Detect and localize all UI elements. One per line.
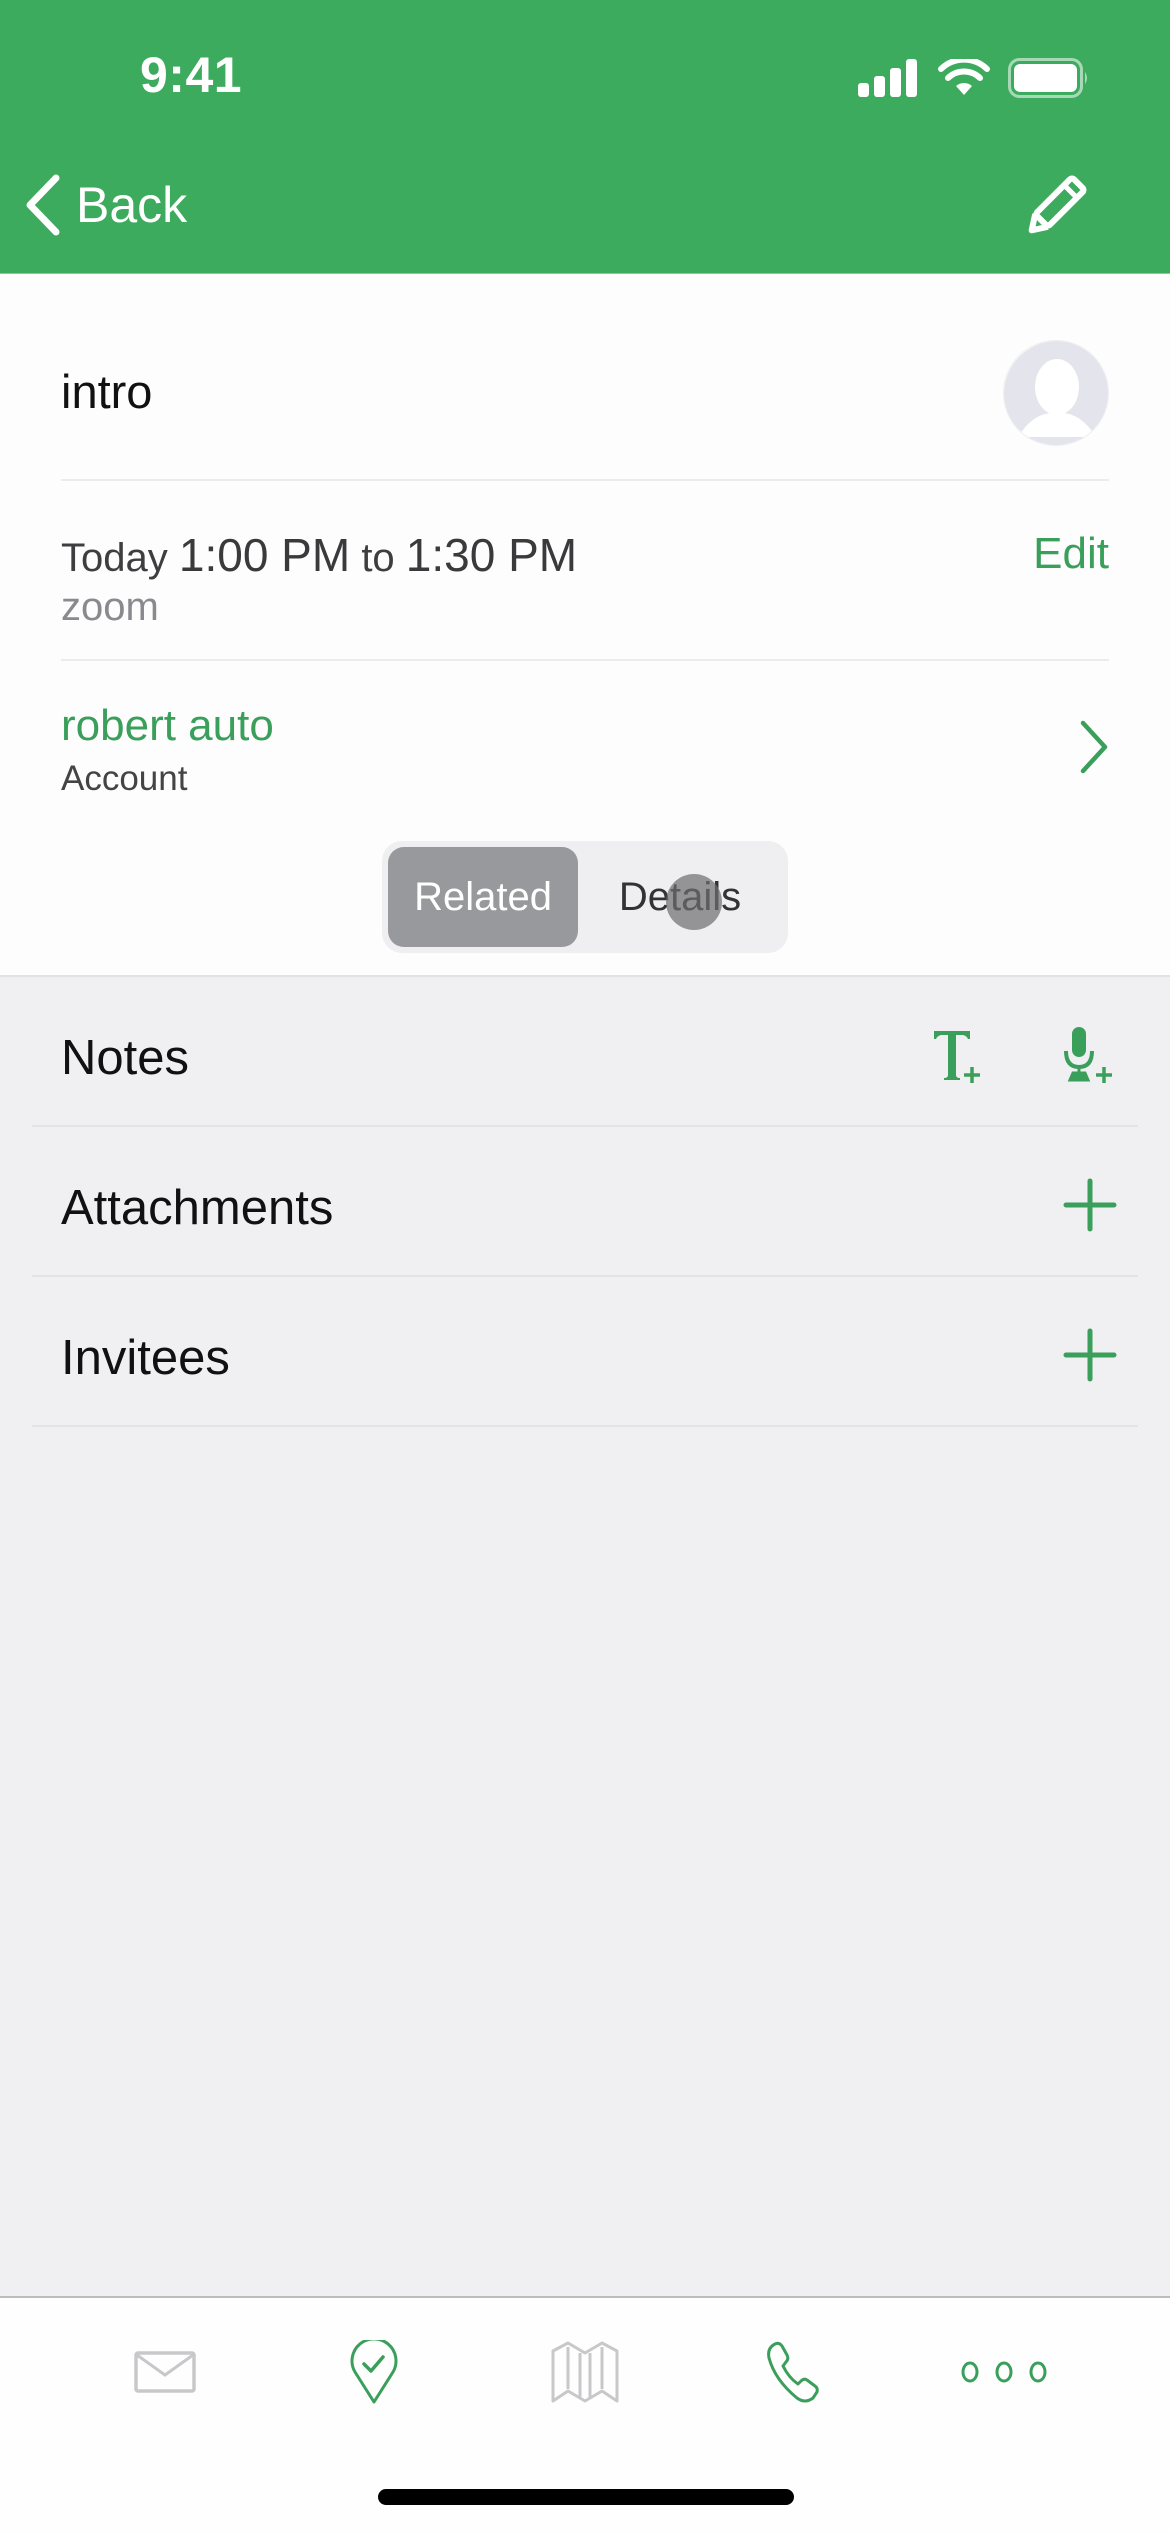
section-label: Attachments xyxy=(61,1181,334,1235)
tab-more[interactable] xyxy=(945,2332,1065,2412)
time-row: Today 1:00 PM to 1:30 PM zoom Edit xyxy=(61,481,1109,661)
wifi-icon xyxy=(938,59,990,95)
plus-icon xyxy=(1063,1178,1117,1232)
add-attachment-button[interactable] xyxy=(1060,1175,1120,1235)
plus-icon xyxy=(1063,1328,1117,1382)
start-time: 1:00 PM xyxy=(178,529,351,581)
map-icon xyxy=(551,2341,619,2403)
avatar[interactable] xyxy=(1003,340,1109,446)
time-connector: to xyxy=(361,536,395,580)
end-time: 1:30 PM xyxy=(405,529,578,581)
section-notes: Notes xyxy=(32,977,1138,1127)
status-icons xyxy=(858,58,1090,98)
mail-icon xyxy=(134,2351,196,2393)
pencil-icon xyxy=(1028,175,1087,234)
tab-phone[interactable] xyxy=(733,2332,853,2412)
account-type: Account xyxy=(61,759,188,798)
add-text-note-button[interactable] xyxy=(928,1025,988,1085)
add-invitee-button[interactable] xyxy=(1060,1325,1120,1385)
tab-map[interactable] xyxy=(525,2332,645,2412)
back-label: Back xyxy=(76,177,188,233)
person-placeholder-icon xyxy=(1004,341,1108,445)
cellular-signal-icon xyxy=(858,59,917,97)
date-label: Today xyxy=(61,536,168,580)
section-label: Invitees xyxy=(61,1331,230,1385)
event-summary-card: intro Today 1:00 PM to 1:30 PM zoom Edit… xyxy=(0,274,1170,977)
segment-details[interactable]: Details xyxy=(578,847,782,947)
location-check-icon xyxy=(350,2340,398,2404)
section-label: Notes xyxy=(61,1031,190,1085)
chevron-right-icon xyxy=(1080,720,1108,774)
related-details-segmented-control: Related Details xyxy=(382,841,788,953)
event-time-range: Today 1:00 PM to 1:30 PM xyxy=(61,528,577,582)
section-invitees: Invitees xyxy=(32,1277,1138,1427)
segment-related[interactable]: Related xyxy=(388,847,578,947)
nav-header: 9:41 Back xyxy=(0,0,1170,274)
add-voice-note-button[interactable] xyxy=(1058,1025,1118,1085)
account-name[interactable]: robert auto xyxy=(61,701,274,751)
add-voice-note-icon xyxy=(1064,1027,1112,1083)
add-text-note-icon xyxy=(934,1031,980,1083)
status-time: 9:41 xyxy=(140,47,243,103)
chevron-left-icon xyxy=(26,174,60,236)
event-title: intro xyxy=(61,365,153,418)
section-attachments: Attachments xyxy=(32,1127,1138,1277)
title-row: intro xyxy=(61,274,1109,481)
battery-icon xyxy=(1008,58,1087,98)
phone-icon xyxy=(767,2341,819,2403)
event-location: zoom xyxy=(61,585,159,629)
account-row[interactable]: robert auto Account xyxy=(61,661,1109,811)
tab-mail[interactable] xyxy=(105,2332,225,2412)
home-indicator[interactable] xyxy=(378,2489,794,2505)
edit-event-button[interactable] xyxy=(1020,172,1090,242)
edit-time-link[interactable]: Edit xyxy=(1033,529,1109,579)
more-icon xyxy=(961,2361,1047,2383)
tab-check-in[interactable] xyxy=(314,2332,434,2412)
back-button[interactable]: Back xyxy=(22,170,187,240)
